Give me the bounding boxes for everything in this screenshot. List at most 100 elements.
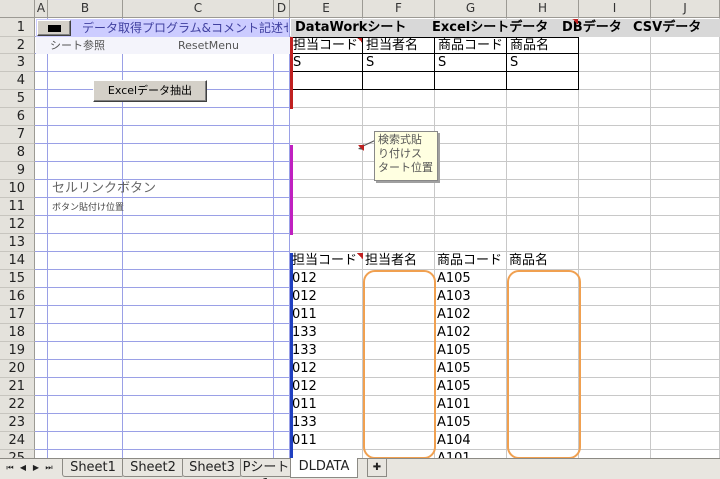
prev-sheet-nav[interactable]: ◀ (17, 459, 29, 477)
product-code-cell[interactable]: A102 (437, 324, 471, 342)
top-table-header[interactable]: 担当者名 (363, 37, 435, 54)
row-header-20[interactable]: 20 (0, 360, 35, 378)
row-header-7[interactable]: 7 (0, 126, 35, 144)
staff-code-cell[interactable]: 012 (292, 270, 317, 288)
staff-code-cell[interactable]: 133 (292, 324, 317, 342)
row-header-3[interactable]: 3 (0, 54, 35, 72)
column-header-d[interactable]: D (274, 0, 290, 18)
first-sheet-nav[interactable]: ⏮ (4, 459, 16, 477)
column-header-h[interactable]: H (507, 0, 579, 18)
row-header-18[interactable]: 18 (0, 324, 35, 342)
row-gridline (35, 107, 720, 108)
product-code-cell[interactable]: A101 (437, 450, 471, 458)
row-header-17[interactable]: 17 (0, 306, 35, 324)
product-code-cell[interactable]: A105 (437, 360, 471, 378)
excel-sheet-data-header: Excelシートデータ (432, 20, 549, 35)
row-header-13[interactable]: 13 (0, 234, 35, 252)
column-header-g[interactable]: G (435, 0, 507, 18)
product-code-cell[interactable]: A105 (437, 270, 471, 288)
column-gridline (650, 18, 651, 458)
row-header-14[interactable]: 14 (0, 252, 35, 270)
row-header-5[interactable]: 5 (0, 90, 35, 108)
row-header-4[interactable]: 4 (0, 72, 35, 90)
staff-code-cell[interactable]: 012 (292, 360, 317, 378)
row-header-12[interactable]: 12 (0, 216, 35, 234)
sheet-tab-bar: ⏮ ◀ ▶ ⏭ Sheet1Sheet2Sheet3Pシート1DLDATA ✚ (0, 458, 720, 479)
title-cell-button[interactable] (37, 20, 71, 36)
top-table-value[interactable]: S (435, 54, 507, 72)
row-header-23[interactable]: 23 (0, 414, 35, 432)
comment-box[interactable]: 検索式貼 り付けス タート位置 (374, 131, 438, 181)
product-code-cell[interactable]: A103 (437, 288, 471, 306)
sheet-tab-dldata[interactable]: DLDATA (290, 458, 358, 478)
sheet-tab-sheet1[interactable]: Sheet1 (62, 459, 124, 477)
select-all-corner[interactable] (0, 0, 35, 18)
top-table-header[interactable]: 担当コード (290, 37, 363, 54)
comment-line: 検索式貼 (378, 133, 422, 146)
sheet-tab-pシート1[interactable]: Pシート1 (240, 459, 292, 479)
staff-code-cell[interactable]: 012 (292, 378, 317, 396)
cell-link-button-label: セルリンクボタン (52, 181, 157, 196)
row-header-25[interactable]: 25 (0, 450, 35, 458)
product-code-cell[interactable]: A105 (437, 342, 471, 360)
row-header-6[interactable]: 6 (0, 108, 35, 126)
next-sheet-nav[interactable]: ▶ (30, 459, 42, 477)
sheet-tab-sheet2[interactable]: Sheet2 (122, 459, 184, 477)
highlight-product-name-column (507, 270, 581, 458)
row-header-19[interactable]: 19 (0, 342, 35, 360)
product-code-cell[interactable]: A104 (437, 432, 471, 450)
row-header-16[interactable]: 16 (0, 288, 35, 306)
data-table-header[interactable]: 担当者名 (365, 252, 417, 270)
comment-line: り付けス (378, 147, 422, 160)
column-header-e[interactable]: E (290, 0, 363, 18)
column-header-j[interactable]: J (651, 0, 720, 18)
product-code-cell[interactable]: A101 (437, 396, 471, 414)
row-header-10[interactable]: 10 (0, 180, 35, 198)
staff-code-cell[interactable]: 011 (292, 432, 317, 450)
product-code-cell[interactable]: A102 (437, 306, 471, 324)
column-header-c[interactable]: C (123, 0, 274, 18)
last-sheet-nav[interactable]: ⏭ (43, 459, 55, 477)
row-header-21[interactable]: 21 (0, 378, 35, 396)
staff-code-cell[interactable]: 011 (292, 396, 317, 414)
dataworksheet-header: DataWorkシート (295, 20, 407, 35)
data-table-header[interactable]: 担当コード (292, 252, 357, 270)
column-header-i[interactable]: I (579, 0, 651, 18)
staff-code-cell[interactable]: 133 (292, 414, 317, 432)
top-table-empty-cell[interactable] (507, 72, 579, 90)
top-table-value[interactable]: S (507, 54, 579, 72)
spreadsheet-grid[interactable]: ABCDEFGHIJ 1 2 3 4 5 6 7 8 9 10 11 12 13 14 15 16 17 18 19… (0, 0, 720, 458)
comment-indicator (572, 19, 578, 24)
row-header-2[interactable]: 2 (0, 37, 35, 54)
row-header-8[interactable]: 8 (0, 144, 35, 162)
column-header-a[interactable]: A (35, 0, 48, 18)
row-header-11[interactable]: 11 (0, 198, 35, 216)
staff-code-cell[interactable]: 011 (292, 306, 317, 324)
column-header-b[interactable]: B (48, 0, 123, 18)
data-table-header[interactable]: 商品コード (437, 252, 502, 270)
insert-sheet-icon[interactable]: ✚ (367, 459, 387, 477)
row-header-24[interactable]: 24 (0, 432, 35, 450)
top-table-header[interactable]: 商品コード (435, 37, 507, 54)
column-gridline (273, 18, 274, 458)
product-code-cell[interactable]: A105 (437, 414, 471, 432)
top-table-empty-cell[interactable] (290, 72, 363, 90)
top-table-value[interactable]: S (363, 54, 435, 72)
button-paste-position-label: ボタン貼付け位置 (52, 203, 125, 213)
top-table-value[interactable]: S (290, 54, 363, 72)
row-header-22[interactable]: 22 (0, 396, 35, 414)
staff-code-cell[interactable]: 133 (292, 342, 317, 360)
row-header-1[interactable]: 1 (0, 18, 35, 37)
row-header-9[interactable]: 9 (0, 162, 35, 180)
column-header-f[interactable]: F (363, 0, 435, 18)
comment-line: タート位置 (378, 161, 433, 174)
row-header-15[interactable]: 15 (0, 270, 35, 288)
excel-extract-button[interactable]: Excelデータ抽出 (93, 80, 207, 102)
data-table-header[interactable]: 商品名 (509, 252, 548, 270)
staff-code-cell[interactable]: 012 (292, 288, 317, 306)
product-code-cell[interactable]: A105 (437, 378, 471, 396)
top-table-empty-cell[interactable] (363, 72, 435, 90)
top-table-header[interactable]: 商品名 (507, 37, 579, 54)
top-table-empty-cell[interactable] (435, 72, 507, 90)
sheet-tab-sheet3[interactable]: Sheet3 (182, 459, 242, 477)
